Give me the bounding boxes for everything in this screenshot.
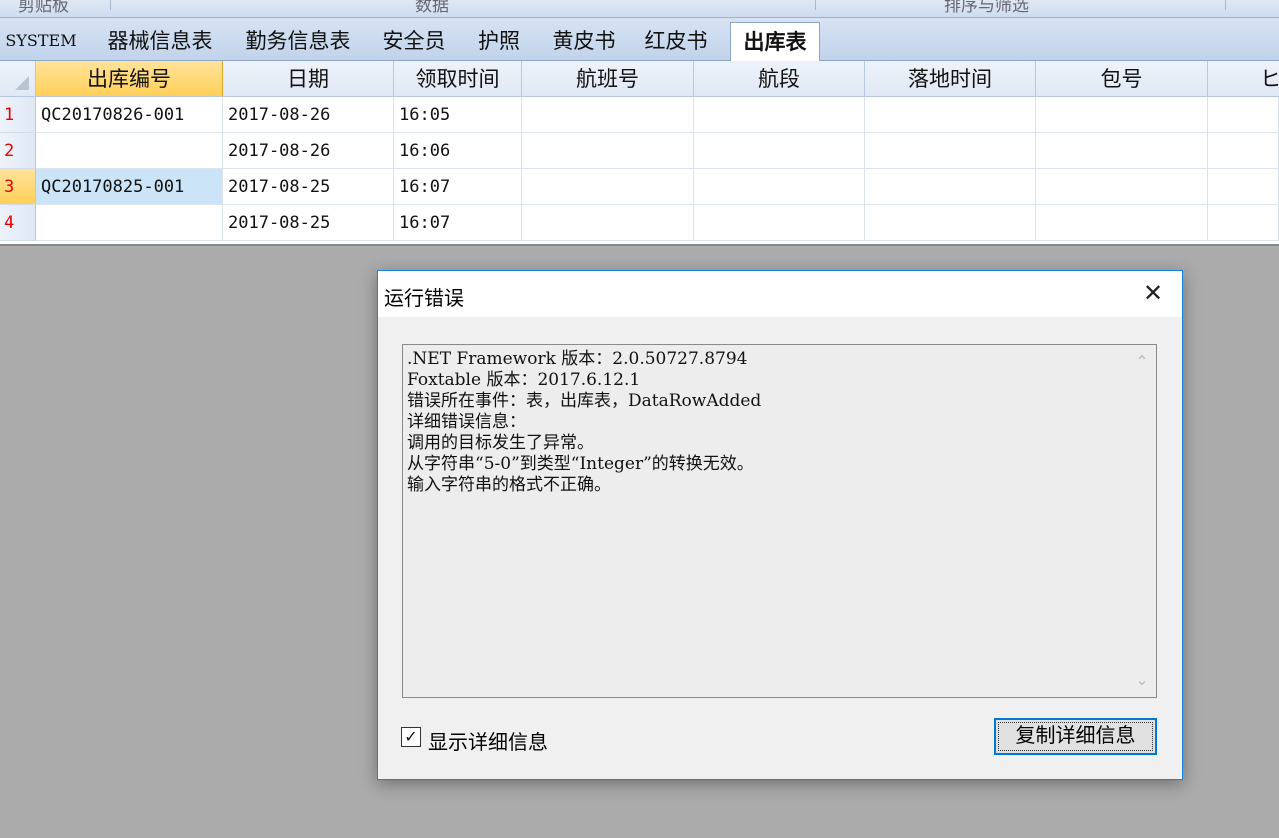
error-line-framework-version: .NET Framework 版本：2.0.50727.8794 [407,349,748,369]
scroll-down-icon[interactable]: ⌄ [1128,667,1156,693]
dialog-title: 运行错误 [384,286,464,310]
cell-landing-time[interactable] [865,97,1036,133]
ribbon-group-data: 数据 [415,0,449,16]
cell-landing-time[interactable] [865,133,1036,169]
cell-date[interactable]: 2017-08-25 [223,169,394,205]
cell-bag-no[interactable] [1036,133,1208,169]
tab-security-officer[interactable]: 安全员 [374,22,454,60]
cell-flight-no[interactable] [522,97,694,133]
cell-flight-no[interactable] [522,169,694,205]
cell-flight-no[interactable] [522,133,694,169]
show-details-label[interactable]: 显示详细信息 [428,726,548,755]
cell-segment[interactable] [694,169,865,205]
cell-outbound-no[interactable] [36,205,223,241]
ribbon-separator [815,0,816,10]
cell-landing-time[interactable] [865,169,1036,205]
cell-date[interactable]: 2017-08-26 [223,97,394,133]
cell-bag-no[interactable] [1036,205,1208,241]
tab-equipment-info[interactable]: 器械信息表 [98,22,222,60]
error-line-event: 错误所在事件：表，出库表，DataRowAdded [407,391,762,411]
ribbon-separator [1225,0,1226,10]
column-header-flight-no[interactable]: 航班号 [522,61,694,97]
ribbon-group-sort-filter: 排序与筛选 [944,0,1029,16]
cell-truncated[interactable] [1208,205,1279,241]
row-header[interactable]: 2 [0,133,36,169]
cell-pickup-time[interactable]: 16:07 [394,169,522,205]
vertical-scrollbar[interactable]: ⌃ ⌄ [1128,345,1156,697]
tab-yellow-book[interactable]: 黄皮书 [544,22,624,60]
cell-outbound-no[interactable]: QC20170826-001 [36,97,223,133]
tab-system[interactable]: SYSTEM [2,22,80,60]
ribbon-separator [110,0,111,10]
cell-segment[interactable] [694,97,865,133]
cell-pickup-time[interactable]: 16:06 [394,133,522,169]
cell-landing-time[interactable] [865,205,1036,241]
row-header[interactable]: 4 [0,205,36,241]
data-grid: 出库编号 日期 领取时间 航班号 航段 落地时间 包号 ヒ 1 QC201708… [0,61,1279,246]
column-header-outbound-no[interactable]: 出库编号 [36,61,223,97]
ribbon-bar: 剪贴板 数据 排序与筛选 [0,0,1279,18]
cell-truncated[interactable] [1208,169,1279,205]
checkbox-checked-icon[interactable]: ✓ [401,727,421,747]
cell-truncated[interactable] [1208,133,1279,169]
column-header-pickup-time[interactable]: 领取时间 [394,61,522,97]
cell-date[interactable]: 2017-08-26 [223,133,394,169]
error-line-conversion: 从字符串“5-0”到类型“Integer”的转换无效。 [407,454,754,474]
cell-outbound-no-selected[interactable]: QC20170825-001 [36,169,223,205]
tab-duty-info[interactable]: 勤务信息表 [236,22,360,60]
row-header[interactable]: 1 [0,97,36,133]
column-header-segment[interactable]: 航段 [694,61,865,97]
cell-flight-no[interactable] [522,205,694,241]
error-details-textbox[interactable]: .NET Framework 版本：2.0.50727.8794 Foxtabl… [402,344,1157,698]
scroll-up-icon[interactable]: ⌃ [1128,349,1156,375]
error-line-target-exception: 调用的目标发生了异常。 [407,433,594,453]
cell-date[interactable]: 2017-08-25 [223,205,394,241]
tab-red-book[interactable]: 红皮书 [636,22,716,60]
close-icon[interactable]: ✕ [1124,271,1182,317]
cell-segment[interactable] [694,133,865,169]
column-header-date[interactable]: 日期 [223,61,394,97]
error-line-foxtable-version: Foxtable 版本：2017.6.12.1 [407,370,641,390]
cell-bag-no[interactable] [1036,97,1208,133]
copy-details-button[interactable]: 复制详细信息 [994,718,1157,755]
tab-passport[interactable]: 护照 [468,22,530,60]
error-line-format: 输入字符串的格式不正确。 [407,475,611,495]
error-message-text: .NET Framework 版本：2.0.50727.8794 Foxtabl… [407,349,1126,496]
column-header-truncated[interactable]: ヒ [1208,61,1279,97]
cell-bag-no[interactable] [1036,169,1208,205]
cell-pickup-time[interactable]: 16:07 [394,205,522,241]
cell-outbound-no[interactable] [36,133,223,169]
row-header-selected[interactable]: 3 [0,169,36,205]
cell-truncated[interactable] [1208,97,1279,133]
cell-segment[interactable] [694,205,865,241]
tab-outbound-table[interactable]: 出库表 [730,22,820,61]
dialog-title-bar[interactable]: 运行错误 ✕ [378,271,1182,317]
select-all-corner[interactable] [0,61,36,97]
table-tab-strip: SYSTEM 器械信息表 勤务信息表 安全员 护照 黄皮书 红皮书 出库表 [0,18,1279,61]
column-header-landing-time[interactable]: 落地时间 [865,61,1036,97]
runtime-error-dialog: 运行错误 ✕ .NET Framework 版本：2.0.50727.8794 … [377,270,1183,780]
error-line-detail-heading: 详细错误信息： [407,412,526,432]
ribbon-group-clipboard: 剪贴板 [18,0,69,16]
cell-pickup-time[interactable]: 16:05 [394,97,522,133]
column-header-bag-no[interactable]: 包号 [1036,61,1208,97]
